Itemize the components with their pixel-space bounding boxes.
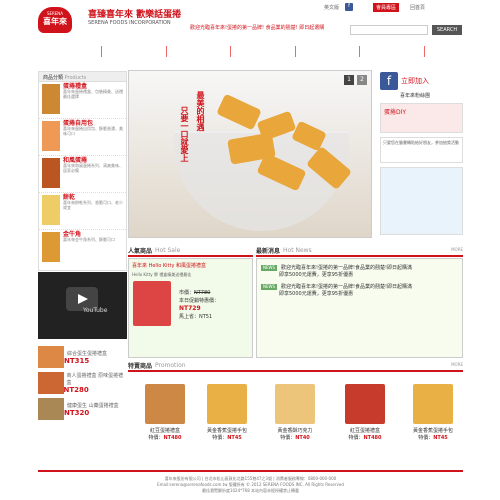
footer: 喜年來股份有限公司 | 台北市松山區敦化北路155巷47之3號 | 消費者服務專…	[38, 470, 463, 500]
youtube-logo: YouTube	[83, 307, 108, 314]
company-en-name: SERENA FOODS INCORPORATION	[88, 20, 171, 26]
nav-dealers[interactable]: 經銷據點	[231, 45, 296, 57]
product-thumb	[42, 121, 60, 151]
banner-page-2[interactable]: 2	[357, 75, 367, 85]
news-item-cont: 即享5000元運費，更享95折優惠	[279, 291, 354, 297]
left-promo-item[interactable]: 商人蛋捲禮盒 原味蛋捲禮盒 NT280	[38, 372, 127, 394]
special-image	[207, 384, 247, 424]
news-item[interactable]: NEWS 歡迎光臨喜年來!蛋捲的第一品牌!食品業的翹楚!即日起購滿	[261, 284, 458, 290]
left-promo-item[interactable]: 健康蛋生 山藥蛋捲禮盒 NT320	[38, 398, 127, 420]
specials-header: 特賣商品 Promotion MORE	[128, 360, 463, 372]
nav-hello[interactable]: Hello	[425, 48, 463, 54]
promo-thumb	[38, 346, 64, 368]
left-promo-item[interactable]: 綜合蛋生蛋捲禮盒 NT315	[38, 346, 127, 368]
facebook-join[interactable]: f 立即加入	[380, 70, 463, 92]
product-thumb	[42, 232, 60, 262]
special-image	[145, 384, 185, 424]
nav-news[interactable]: 最新消息	[167, 45, 232, 57]
search-input[interactable]	[350, 25, 428, 35]
nav-shop[interactable]: 線上購物網	[102, 45, 167, 57]
search-button[interactable]: SEARCH	[432, 25, 462, 35]
special-item[interactable]: 黃金香酥巧克力 特價：NT40	[268, 384, 322, 452]
specials-section: 特賣商品 Promotion MORE 紅豆蛋捲禮盒 特價：NT480 黃金香蕉蛋捲手…	[128, 360, 463, 452]
join-subtitle: 喜年來粉絲團	[400, 93, 431, 99]
main-nav: 關於喜年來 線上購物網 最新消息 經銷據點 產品FAQ 活動專區 Hello	[38, 42, 463, 60]
hot-sale-header: 人氣商品 Hot Sale	[128, 245, 253, 257]
youtube-video[interactable]: YouTube	[38, 272, 127, 339]
price-block: 市價：NT780 本日促銷特惠價： NT729 馬上省：NT51	[179, 290, 220, 320]
facebook-icon[interactable]: f	[345, 3, 353, 11]
english-link[interactable]: 英文版	[324, 5, 339, 11]
special-image	[413, 384, 453, 424]
news-header: 最新消息 Hot News MORE	[256, 245, 463, 257]
news-more-link[interactable]: MORE	[451, 247, 463, 252]
product-thumb	[42, 84, 60, 114]
nav-faq[interactable]: 產品FAQ	[296, 45, 361, 57]
diy-desc: 只要您在臉書轉貼給好朋友，參加抽獎活動	[380, 137, 463, 163]
sidebar-item[interactable]: 餅乾 喜年來餅乾系列、香脆可口、老少咸宜	[39, 193, 126, 230]
home-link[interactable]: 回首頁	[410, 5, 425, 11]
promo-thumb	[38, 372, 64, 394]
sidebar-item[interactable]: 和風蛋捲 喜年來和風蛋捲系列、清爽美味、居家必備	[39, 156, 126, 193]
product-categories: 商品分類 Products 蛋捲禮盒 喜年來蛋捲禮盒、包裝精美、送禮最佳選擇 蛋捲…	[38, 71, 127, 271]
banner-page-1[interactable]: 1	[344, 75, 354, 85]
diy-title: 蛋捲DIY	[384, 109, 407, 116]
slogan: 喜臻喜年來 歡樂話蛋捲	[88, 10, 182, 20]
marquee-announcement[interactable]: 歡迎光臨喜年來!蛋捲的第一品牌! 食品業的翹楚! 即日起選購	[190, 24, 324, 31]
top-links: 英文版	[324, 4, 345, 11]
hot-sale-box: 喜年來 Hello Kitty 和風蛋捲禮盒 Hello Kitty 牌 禮盒精…	[128, 258, 253, 358]
special-item[interactable]: 紅豆蛋捲禮盒 特價：NT480	[338, 384, 392, 452]
sidebar-title: 商品分類 Products	[39, 72, 126, 82]
sidebar-item[interactable]: 蛋捲自用包 喜年來蛋捲自用包、酥脆香濃、美味可口	[39, 119, 126, 156]
nav-events[interactable]: 活動專區	[360, 45, 425, 57]
logo[interactable]: SERENA 喜年來	[38, 7, 72, 33]
sidebar-item[interactable]: 蛋捲禮盒 喜年來蛋捲禮盒、包裝精美、送禮最佳選擇	[39, 82, 126, 119]
special-image	[275, 384, 315, 424]
header: SERENA 喜年來 喜臻喜年來 歡樂話蛋捲 SERENA FOODS INCO…	[0, 0, 500, 40]
banner-text: 只要一口就愛上	[180, 106, 189, 162]
sidebar-item[interactable]: 金牛角 喜年來金牛角系列、酥脆可口	[39, 230, 126, 267]
special-item[interactable]: 黃金香蕉蛋捲手包 特價：NT45	[200, 384, 254, 452]
chip	[216, 93, 262, 131]
promo-thumb	[38, 398, 64, 420]
facebook-icon: f	[380, 72, 398, 90]
special-item[interactable]: 黃金香蕉蛋捲手包 特價：NT45	[406, 384, 460, 452]
product-thumb	[42, 158, 60, 188]
diy-promo[interactable]: 蛋捲DIY	[380, 103, 463, 133]
logo-zh: 喜年來	[43, 17, 67, 26]
product-thumb	[42, 195, 60, 225]
left-promos: 綜合蛋生蛋捲禮盒 NT315 商人蛋捲禮盒 原味蛋捲禮盒 NT280 健康蛋生 山藥…	[38, 342, 127, 452]
hero-banner[interactable]: 最美的相遇 只要一口就愛上 1 2	[128, 70, 372, 238]
hot-product-name[interactable]: 喜年來 Hello Kitty 和風蛋捲禮盒	[129, 259, 252, 272]
hot-product-desc: Hello Kitty 牌 禮盒精美送禮最佳	[132, 272, 192, 277]
member-link[interactable]: 會員專區	[373, 3, 400, 12]
special-image	[345, 384, 385, 424]
banner-text: 最美的相遇	[196, 91, 205, 131]
join-title: 立即加入	[401, 77, 429, 85]
news-item[interactable]: NEWS 歡迎光臨喜年來!蛋捲的第一品牌!食品業的翹楚!即日起購滿	[261, 265, 458, 271]
footer-line: 最佳瀏覽解析度1024*768 本站內容未經授權禁止轉載	[201, 488, 300, 493]
nav-about[interactable]: 關於喜年來	[38, 45, 103, 57]
news-item-cont: 即享5000元運費，更享95折優惠	[279, 272, 354, 278]
specials-more-link[interactable]: MORE	[451, 362, 463, 367]
home-link-wrap: 回首頁	[410, 4, 431, 11]
promo-illustration[interactable]	[380, 167, 463, 235]
special-item[interactable]: 紅豆蛋捲禮盒 特價：NT480	[138, 384, 192, 452]
hot-product-image[interactable]	[133, 281, 171, 326]
right-column: f 立即加入 喜年來粉絲團 蛋捲DIY 只要您在臉書轉貼給好朋友，參加抽獎活動	[380, 70, 463, 240]
news-list: NEWS 歡迎光臨喜年來!蛋捲的第一品牌!食品業的翹楚!即日起購滿 即享5000元…	[256, 258, 463, 358]
